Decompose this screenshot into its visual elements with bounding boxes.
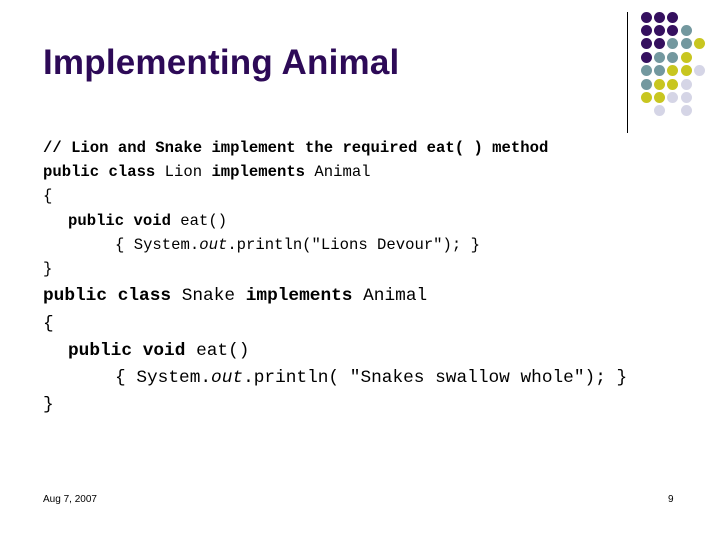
decorative-dot-purple xyxy=(667,24,679,36)
interface-name: Animal xyxy=(363,286,428,306)
decorative-dot-purple xyxy=(667,11,679,23)
code-line-lion-body: { System.out.println("Lions Devour"); } xyxy=(115,236,480,254)
slide-title: Implementing Animal xyxy=(43,43,400,82)
decorative-dot-purple xyxy=(653,11,665,23)
decorative-dot-teal xyxy=(680,38,692,50)
decorative-dot-yellow xyxy=(653,78,665,90)
decorative-dot-lavender xyxy=(667,91,679,103)
code-comment-line: // Lion and Snake implement the required… xyxy=(43,139,549,157)
code-text-out: out xyxy=(199,236,228,254)
decorative-dot-yellow xyxy=(694,38,706,50)
code-text: .println("Lions Devour"); } xyxy=(227,236,480,254)
decorative-dot-lavender xyxy=(680,78,692,90)
decorative-dot-purple xyxy=(653,24,665,36)
keyword-implements: implements xyxy=(245,286,353,306)
slide-number: 9 xyxy=(668,494,674,505)
class-name-lion: Lion xyxy=(164,163,203,181)
class-name-snake: Snake xyxy=(181,286,236,306)
decorative-dot-teal xyxy=(667,51,679,63)
decorative-dot-lavender xyxy=(694,65,706,77)
code-text: { System. xyxy=(115,236,200,254)
decorative-dot-teal xyxy=(640,78,652,90)
decorative-dot-teal xyxy=(653,51,665,63)
method-signature: eat() xyxy=(180,212,228,230)
decorative-dot-teal xyxy=(640,65,652,77)
decorative-dot-yellow xyxy=(680,65,692,77)
decorative-dot-purple xyxy=(640,24,652,36)
keyword-implements: implements xyxy=(211,163,306,181)
method-signature: eat() xyxy=(196,341,250,361)
code-line-snake-body: { System.out.println( "Snakes swallow wh… xyxy=(115,368,627,388)
decorative-dot-purple xyxy=(640,38,652,50)
code-line-snake-method: public void eat() xyxy=(68,341,249,361)
decorative-dot-lavender xyxy=(680,91,692,103)
footer-date: Aug 7, 2007 xyxy=(43,494,97,505)
decorative-dot-lavender xyxy=(680,105,692,117)
decorative-dot-teal xyxy=(680,24,692,36)
decorative-dot-lavender xyxy=(653,105,665,117)
code-line-lion-close-brace: } xyxy=(43,260,53,278)
slide: Implementing Animal // Lion and Snake im… xyxy=(0,0,720,540)
interface-name: Animal xyxy=(314,163,371,181)
decorative-dot-teal xyxy=(653,65,665,77)
code-text: .println( "Snakes swallow whole"); } xyxy=(243,368,628,388)
decorative-dot-yellow xyxy=(680,51,692,63)
decorative-dot-purple xyxy=(653,38,665,50)
decorative-vertical-line xyxy=(627,12,628,133)
keyword-public-class: public class xyxy=(43,286,172,306)
code-text-out: out xyxy=(211,368,244,388)
keyword-public-void: public void xyxy=(68,341,186,361)
decorative-dot-yellow xyxy=(640,91,652,103)
code-line-lion-method: public void eat() xyxy=(68,212,227,230)
code-text: { System. xyxy=(115,368,212,388)
code-line-lion-class: public class Lion implements Animal xyxy=(43,163,371,181)
keyword-public-void: public void xyxy=(68,212,171,230)
decorative-dot-purple xyxy=(640,51,652,63)
code-line-snake-open-brace: { xyxy=(43,314,54,334)
keyword-public-class: public class xyxy=(43,163,156,181)
decorative-dot-yellow xyxy=(667,78,679,90)
code-line-snake-close-brace: } xyxy=(43,395,54,415)
decorative-dot-teal xyxy=(667,38,679,50)
code-line-snake-class: public class Snake implements Animal xyxy=(43,286,427,306)
code-line-lion-open-brace: { xyxy=(43,187,53,205)
decorative-dot-yellow xyxy=(653,91,665,103)
decorative-dot-yellow xyxy=(667,65,679,77)
decorative-dot-purple xyxy=(640,11,652,23)
